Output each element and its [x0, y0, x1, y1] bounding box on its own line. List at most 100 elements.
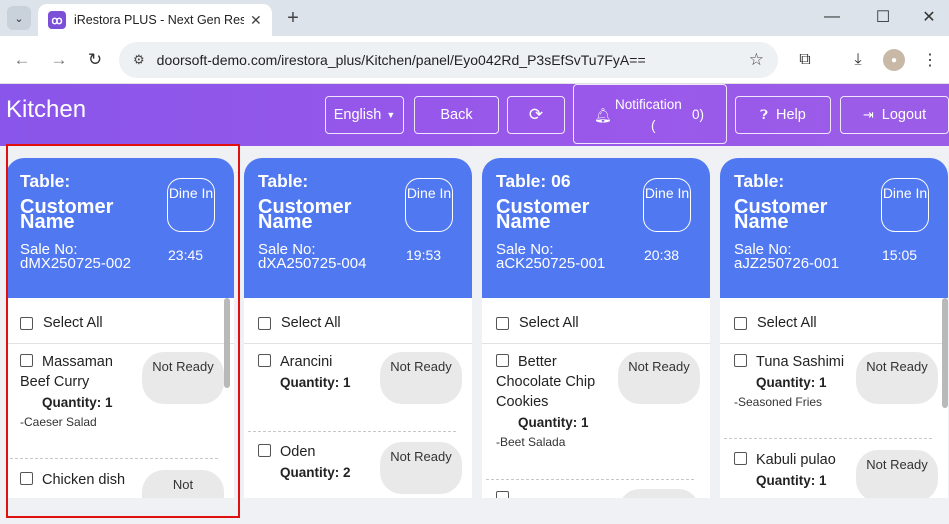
profile-avatar-icon[interactable]: ● [882, 48, 906, 72]
item-checkbox[interactable] [20, 354, 33, 367]
item-status-pill[interactable]: Not Ready [856, 450, 938, 498]
maximize-button[interactable]: ☐ [868, 6, 898, 28]
sign-out-icon: ⇥ [862, 107, 874, 122]
notification-button[interactable]: 🔔︎ Notification ( 0) [573, 84, 727, 144]
item-modifier: -Caeser Salad [20, 415, 97, 429]
downloads-icon[interactable]: ⤓ [846, 48, 870, 72]
url-text[interactable]: doorsoft-demo.com/irestora_plus/Kitchen/… [157, 52, 646, 68]
order-items: Select All Tuna Sashimi Quantity: 1 -Sea… [720, 298, 948, 498]
back-arrow-icon[interactable]: ← [10, 48, 34, 72]
select-all[interactable]: Select All [734, 315, 817, 331]
tab-close-icon[interactable]: ✕ [250, 12, 262, 29]
order-card: Table: 06 Customer Name Sale No: aCK2507… [482, 158, 710, 498]
select-all[interactable]: Select All [496, 315, 579, 331]
browser-menu-icon[interactable]: ⋮ [918, 48, 942, 72]
item-status-pill[interactable]: Not Ready [856, 352, 938, 404]
sale-number: Sale No: dMX250725-002 [20, 241, 131, 272]
select-all-checkbox[interactable] [496, 316, 509, 330]
item-divider [486, 479, 694, 480]
reload-icon[interactable]: ↻ [83, 48, 107, 72]
item-name-text: Oden [280, 444, 316, 460]
item-checkbox[interactable] [496, 491, 509, 498]
item-status-pill[interactable]: Not Ready [618, 352, 700, 404]
item-status-pill[interactable]: Not Ready [380, 442, 462, 494]
item-quantity: Quantity: 1 [518, 415, 589, 430]
customer-name: Customer Name [496, 196, 590, 233]
logout-button-label: Logout [881, 107, 927, 123]
order-card: Table: Customer Name Sale No: aJZ250726-… [720, 158, 948, 498]
select-all-label: Select All [281, 315, 341, 331]
item-name-text: Tuna Sashimi [756, 354, 845, 370]
bell-icon: 🔔︎ [594, 107, 612, 123]
dine-in-badge: Dine In [643, 178, 691, 232]
card-scrollbar[interactable] [942, 298, 948, 408]
site-settings-icon[interactable]: ⚙ [133, 52, 145, 68]
select-all[interactable]: Select All [258, 315, 341, 331]
irestora-favicon-icon: ꝏ [48, 11, 66, 29]
item-name-text: Arancini [280, 354, 333, 370]
select-all-checkbox[interactable] [734, 316, 747, 330]
notification-count: 0) [692, 107, 705, 122]
order-time: 23:45 [168, 247, 204, 263]
refresh-button[interactable]: ⟳ [507, 96, 565, 134]
minimize-button[interactable]: — [817, 6, 847, 28]
item-checkbox[interactable] [734, 354, 747, 367]
dine-in-badge: Dine In [881, 178, 929, 232]
question-circle-icon: ❓︎ [760, 107, 768, 122]
card-scrollbar[interactable] [224, 298, 230, 388]
notification-paren: ( [651, 118, 656, 133]
logout-button[interactable]: ⇥ Logout [840, 96, 949, 134]
item-divider [724, 438, 932, 439]
divider [244, 343, 472, 344]
browser-tab-bar: ⌄ ꝏ iRestora PLUS - Next Gen Resta ✕ + —… [0, 0, 949, 36]
item-name[interactable]: Massaman Beef Curry [20, 352, 140, 392]
table-label: Table: [734, 171, 785, 191]
select-all-checkbox[interactable] [258, 316, 271, 330]
order-items: Select All Massaman Beef Curry Quantity:… [6, 298, 234, 498]
customer-name: Customer Name [258, 196, 352, 233]
item-checkbox[interactable] [258, 354, 271, 367]
item-quantity: Quantity: 2 [280, 465, 351, 480]
item-status-pill[interactable]: Not [142, 470, 224, 498]
extensions-icon[interactable]: ⧉ [793, 48, 817, 72]
item-status-pill[interactable]: Not Ready [142, 352, 224, 404]
bookmark-star-icon[interactable]: ☆ [749, 50, 764, 70]
item-name[interactable]: Arancini [258, 352, 332, 372]
forward-arrow-icon[interactable]: → [47, 48, 71, 72]
divider [482, 343, 710, 344]
page-title: Kitchen [6, 96, 87, 123]
item-checkbox[interactable] [734, 452, 747, 465]
item-status-pill[interactable] [618, 489, 700, 498]
item-status-pill[interactable]: Not Ready [380, 352, 462, 404]
item-checkbox[interactable] [20, 472, 33, 485]
order-items: Select All Better Chocolate Chip Cookies… [482, 298, 710, 498]
select-all[interactable]: Select All [20, 315, 103, 331]
back-button[interactable]: Back [414, 96, 499, 134]
item-divider [248, 431, 456, 432]
item-name[interactable]: Oden [258, 442, 315, 462]
language-select[interactable]: English ▼ [325, 96, 404, 134]
item-checkbox[interactable] [496, 354, 509, 367]
new-tab-button[interactable]: + [281, 6, 305, 30]
browser-tab[interactable]: ꝏ iRestora PLUS - Next Gen Resta ✕ [38, 4, 272, 36]
item-quantity: Quantity: 1 [42, 395, 113, 410]
tab-search-button[interactable]: ⌄ [7, 6, 31, 30]
item-name[interactable] [496, 489, 518, 498]
tab-title: iRestora PLUS - Next Gen Resta [74, 13, 244, 27]
item-checkbox[interactable] [258, 444, 271, 457]
order-items: Select All Arancini Quantity: 1 Not Read… [244, 298, 472, 498]
item-name[interactable]: Tuna Sashimi [734, 352, 844, 372]
kitchen-header: Kitchen English ▼ Back ⟳ 🔔︎ Notification… [0, 84, 949, 146]
item-name[interactable]: Chicken dish [20, 470, 125, 490]
customer-name: Customer Name [20, 196, 114, 233]
select-all-label: Select All [43, 315, 103, 331]
url-omnibox[interactable]: ⚙ doorsoft-demo.com/irestora_plus/Kitche… [119, 42, 778, 78]
order-time: 20:38 [644, 247, 680, 263]
select-all-label: Select All [519, 315, 579, 331]
caret-down-icon: ▼ [386, 110, 396, 120]
select-all-checkbox[interactable] [20, 316, 33, 330]
help-button[interactable]: ❓︎ Help [735, 96, 831, 134]
item-name[interactable]: Kabuli pulao [734, 450, 836, 470]
close-window-button[interactable]: ✕ [914, 6, 944, 28]
item-name[interactable]: Better Chocolate Chip Cookies [496, 352, 608, 412]
